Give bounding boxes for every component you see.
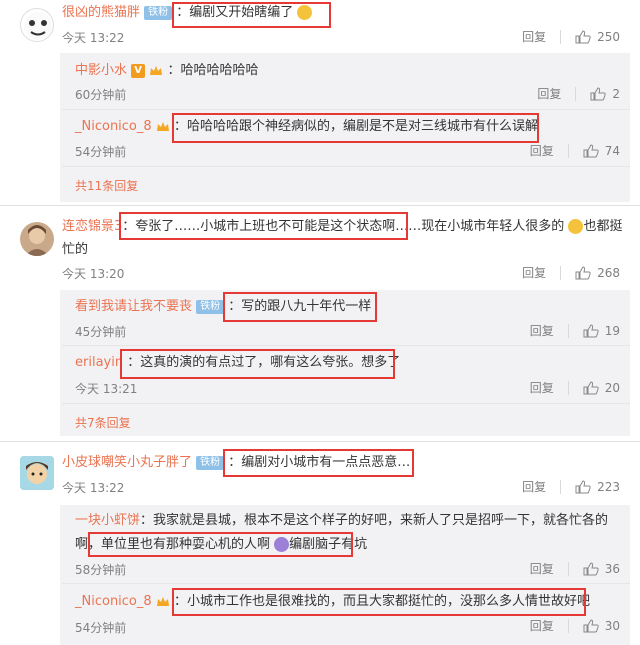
highlight-box [172, 588, 586, 616]
more-replies-link[interactable]: 共7条回复 [75, 414, 131, 431]
reply-button[interactable]: 回复 [522, 264, 546, 281]
like-icon[interactable] [575, 29, 591, 44]
replier-name[interactable]: 中影小水 [75, 63, 127, 78]
highlight-box [223, 449, 414, 477]
commenter-name[interactable]: 连恋锦景3 [62, 219, 122, 234]
reply-divider [62, 166, 630, 167]
reply-divider [62, 345, 630, 346]
like-count: 19 [604, 323, 620, 338]
highlight-box [88, 532, 353, 557]
divider [560, 29, 562, 44]
reply-button[interactable]: 回复 [537, 85, 561, 102]
commenter-name[interactable]: 很凶的熊猫胖 [62, 5, 140, 20]
reply-button[interactable]: 回复 [530, 142, 554, 159]
reply-button[interactable]: 回复 [530, 560, 554, 577]
divider [567, 380, 569, 395]
avatar[interactable] [20, 456, 54, 490]
avatar[interactable] [20, 222, 54, 256]
reply-divider [62, 403, 630, 404]
divider [560, 479, 562, 494]
reply-button[interactable]: 回复 [530, 322, 554, 339]
more-replies-link[interactable]: 共11条回复 [75, 177, 138, 194]
like-icon[interactable] [583, 323, 599, 338]
reply-time: 45分钟前 [75, 325, 127, 339]
reply-time: 54分钟前 [75, 145, 127, 159]
divider [567, 143, 569, 158]
reply-button[interactable]: 回复 [530, 379, 554, 396]
reply-text: ：我家就是县城，根本不是这个样子的好吧，来新人了只是招呼一下，就各忙各的 [140, 513, 609, 528]
replier-name[interactable]: _Niconico_8 [75, 119, 152, 134]
comment-text-cont: 忙的 [62, 242, 89, 257]
like-icon[interactable] [583, 618, 599, 633]
divider [567, 323, 569, 338]
reply-time: 60分钟前 [75, 88, 127, 102]
highlight-box [172, 2, 331, 28]
highlight-box [119, 212, 408, 240]
comment-time: 今天 13:22 [62, 31, 125, 45]
reply-divider [62, 109, 630, 110]
reply-button[interactable]: 回复 [522, 478, 546, 495]
comment-divider [0, 441, 640, 442]
reply-time: 今天 13:21 [75, 382, 138, 396]
divider [567, 561, 569, 576]
like-count: 268 [597, 265, 620, 280]
comment-divider [0, 205, 640, 206]
highlight-box [172, 113, 539, 143]
like-count: 30 [604, 618, 620, 633]
like-count: 20 [604, 380, 620, 395]
like-count: 250 [597, 29, 620, 44]
comment-time: 今天 13:22 [62, 481, 125, 495]
member-crown-icon [156, 595, 170, 609]
fan-badge: 铁粉 [196, 455, 225, 470]
like-count: 36 [604, 561, 620, 576]
replier-name[interactable]: 一块小虾饼 [75, 513, 140, 528]
replier-name[interactable]: _Niconico_8 [75, 594, 152, 609]
like-icon[interactable] [583, 143, 599, 158]
reply-button[interactable]: 回复 [522, 28, 546, 45]
laugh-cry-emoji-icon [568, 219, 584, 234]
like-icon[interactable] [575, 479, 591, 494]
reply-divider [62, 583, 630, 584]
member-crown-icon [156, 120, 170, 134]
like-icon[interactable] [590, 86, 606, 101]
like-icon[interactable] [575, 265, 591, 280]
like-count: 74 [604, 143, 620, 158]
member-crown-icon [149, 64, 163, 78]
verified-v-icon: V [131, 63, 146, 78]
divider [575, 86, 577, 101]
divider [567, 618, 569, 633]
reply-time: 58分钟前 [75, 563, 127, 577]
comment-text-cont: 也都挺 [583, 219, 623, 234]
commenter-name[interactable]: 小皮球嘲笑小丸子胖了 [62, 455, 192, 470]
divider [560, 265, 562, 280]
highlight-box [223, 292, 377, 322]
like-icon[interactable] [583, 380, 599, 395]
fan-badge: 铁粉 [196, 299, 225, 314]
reply-button[interactable]: 回复 [530, 617, 554, 634]
reply-text: ：哈哈哈哈哈哈 [167, 63, 259, 78]
replier-name[interactable]: 看到我请让我不要丧 [75, 299, 192, 314]
like-icon[interactable] [583, 561, 599, 576]
highlight-box [120, 349, 395, 379]
replier-name[interactable]: erilayin [75, 355, 123, 370]
avatar[interactable] [20, 8, 54, 42]
fan-badge: 铁粉 [144, 5, 173, 20]
comment-time: 今天 13:20 [62, 267, 125, 281]
reply-time: 54分钟前 [75, 621, 127, 635]
like-count: 2 [612, 86, 620, 101]
like-count: 223 [597, 479, 620, 494]
